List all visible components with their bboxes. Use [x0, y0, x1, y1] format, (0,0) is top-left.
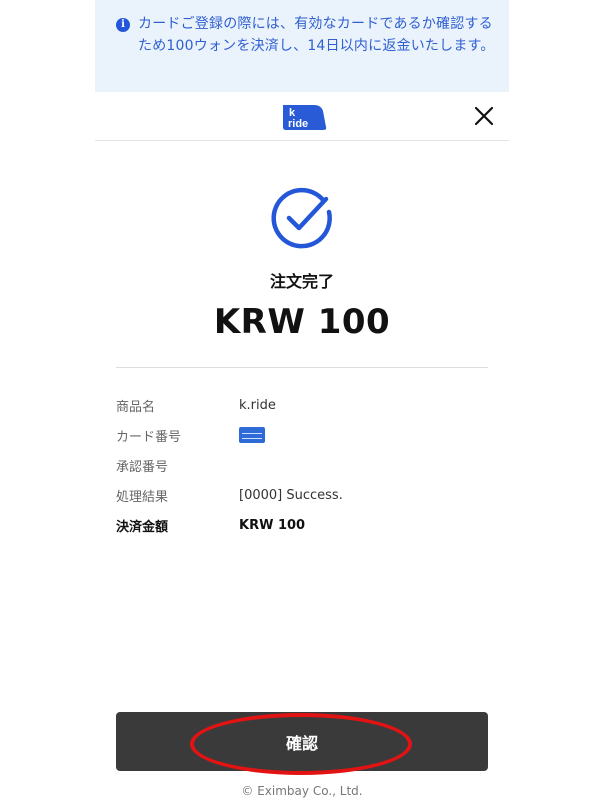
result-label: 処理結果 — [116, 489, 169, 505]
product-label: 商品名 — [116, 399, 156, 415]
amount-value: KRW 100 — [239, 517, 306, 533]
logo-text-bottom: ride — [288, 118, 308, 130]
card-label: カード番号 — [116, 429, 182, 445]
product-value: k.ride — [239, 397, 276, 413]
check-circle-icon — [271, 187, 332, 249]
payment-result-page: i カードご登録の際には、有効なカードであるか確認するため100ウォンを決済し、… — [0, 0, 604, 804]
detail-row-product: 商品名 k.ride — [116, 390, 488, 420]
refund-notice-banner: i カードご登録の際には、有効なカードであるか確認するため100ウォンを決済し、… — [95, 0, 509, 92]
confirm-button[interactable]: 確認 — [116, 712, 488, 771]
notice-text: カードご登録の際には、有効なカードであるか確認するため100ウォンを決済し、14… — [138, 16, 495, 54]
footer-copyright: © Eximbay Co., Ltd. — [241, 784, 363, 798]
amount-label: 決済金額 — [116, 519, 169, 535]
divider — [116, 367, 488, 368]
info-icon: i — [116, 18, 130, 32]
order-complete-title: 注文完了 — [269, 272, 334, 291]
close-icon[interactable] — [473, 105, 495, 127]
payment-details: 商品名 k.ride カード番号 承認番号 処理結果 [0000] Succes… — [116, 390, 488, 540]
detail-row-approval: 承認番号 — [116, 450, 488, 480]
approval-label: 承認番号 — [116, 459, 169, 475]
payment-amount: KRW 100 — [213, 302, 391, 342]
result-value: [0000] Success. — [239, 487, 343, 503]
amex-card-icon — [239, 427, 265, 443]
detail-row-result: 処理結果 [0000] Success. — [116, 480, 488, 510]
detail-row-amount: 決済金額 KRW 100 — [116, 510, 488, 540]
header-bar: k ride — [95, 92, 509, 141]
detail-row-card: カード番号 — [116, 420, 488, 450]
kride-logo: k ride — [283, 105, 327, 130]
